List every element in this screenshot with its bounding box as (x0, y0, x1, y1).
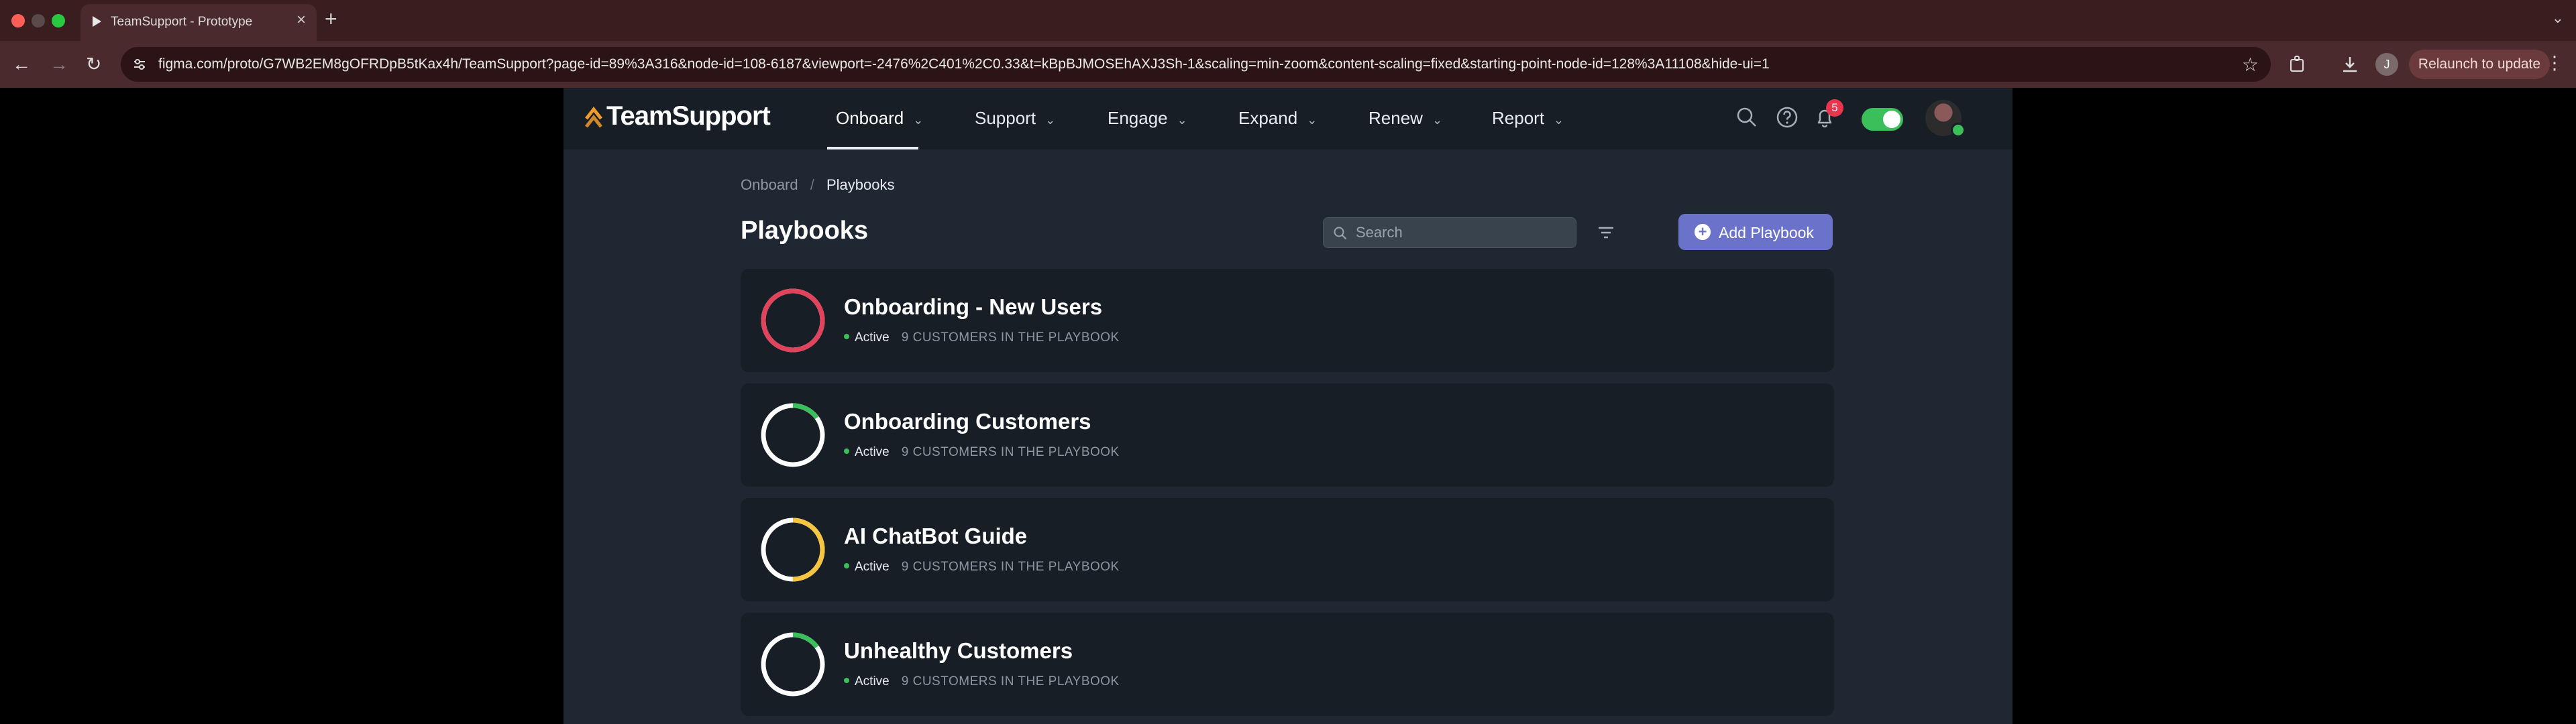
active-status-dot (844, 677, 849, 683)
chevron-down-icon: ⌄ (1554, 113, 1564, 127)
playbook-title[interactable]: AI ChatBot Guide (844, 524, 1027, 549)
breadcrumb-separator: / (810, 176, 814, 193)
playbook-progress-ring-icon (761, 518, 825, 582)
notification-badge: 5 (1826, 99, 1843, 117)
playbook-title[interactable]: Onboarding - New Users (844, 294, 1102, 320)
figma-play-icon (93, 16, 101, 27)
help-icon[interactable] (1775, 105, 1799, 129)
tab-search-chevron-icon[interactable]: ⌄ (2552, 9, 2564, 27)
playbook-meta: Active 9 CUSTOMERS IN THE PLAYBOOK (844, 330, 1120, 345)
chevron-down-icon: ⌄ (1432, 113, 1443, 127)
chevron-down-icon: ⌄ (913, 113, 924, 127)
search-box[interactable] (1323, 217, 1576, 248)
nav-label: Expand (1238, 108, 1298, 128)
relaunch-button[interactable]: Relaunch to update (2409, 50, 2550, 79)
playbook-meta: Active 9 CUSTOMERS IN THE PLAYBOOK (844, 674, 1120, 689)
playbook-customer-count: 9 CUSTOMERS IN THE PLAYBOOK (901, 445, 1120, 459)
plus-icon: + (1695, 224, 1711, 240)
back-arrow-icon[interactable]: ← (12, 54, 31, 74)
nav-label: Renew (1368, 108, 1423, 128)
active-status-dot (844, 333, 849, 339)
page-title: Playbooks (741, 217, 869, 245)
playbook-progress-ring-icon (761, 403, 825, 467)
status-toggle[interactable] (1862, 108, 1903, 131)
playbook-progress-ring-icon (761, 632, 825, 697)
playbook-card[interactable]: AI ChatBot Guide Active 9 CUSTOMERS IN TH… (741, 498, 1834, 601)
extensions-icon[interactable] (2288, 54, 2308, 74)
nav-label: Report (1492, 108, 1545, 128)
nav-label: Onboard (836, 108, 904, 128)
close-window-button[interactable] (11, 14, 25, 27)
nav-support[interactable]: Support ⌄ (975, 108, 1055, 129)
toggle-knob (1883, 111, 1900, 128)
playbook-status: Active (855, 674, 890, 688)
search-input[interactable] (1356, 218, 1570, 247)
playbook-card[interactable]: Onboarding - New Users Active 9 CUSTOMERS… (741, 269, 1834, 372)
site-settings-icon[interactable] (131, 56, 148, 72)
breadcrumb-current: Playbooks (826, 176, 895, 193)
bookmark-star-icon[interactable]: ☆ (2242, 54, 2259, 76)
breadcrumb: Onboard / Playbooks (741, 176, 895, 194)
playbook-status: Active (855, 330, 890, 345)
chevron-down-icon: ⌄ (1307, 113, 1318, 127)
new-tab-button[interactable]: + (325, 7, 337, 31)
nav-label: Support (975, 108, 1036, 128)
search-icon[interactable] (1735, 105, 1759, 129)
brand-name: TeamSupport (606, 101, 771, 131)
nav-onboard[interactable]: Onboard ⌄ (836, 108, 923, 129)
browser-toolbar: ← → ↻ figma.com/proto/G7WB2EM8gOFRDpB5tK… (0, 41, 2576, 88)
playbook-meta: Active 9 CUSTOMERS IN THE PLAYBOOK (844, 560, 1120, 575)
active-nav-indicator (827, 147, 918, 149)
address-bar[interactable]: figma.com/proto/G7WB2EM8gOFRDpB5tKax4h/T… (121, 47, 2271, 82)
browser-tab[interactable]: TeamSupport - Prototype × (80, 4, 317, 41)
playbook-card[interactable]: Onboarding Customers Active 9 CUSTOMERS I… (741, 383, 1834, 487)
nav-expand[interactable]: Expand ⌄ (1238, 108, 1317, 129)
playbook-status: Active (855, 560, 890, 574)
playbook-meta: Active 9 CUSTOMERS IN THE PLAYBOOK (844, 445, 1120, 460)
teamsupport-logo-icon (585, 106, 602, 128)
teamsupport-app: TeamSupport Onboard ⌄ Support ⌄ Engage ⌄ Ex… (564, 88, 2012, 724)
forward-arrow-icon[interactable]: → (50, 54, 68, 74)
browser-tab-bar: TeamSupport - Prototype × + ⌄ (0, 0, 2576, 41)
url-text[interactable]: figma.com/proto/G7WB2EM8gOFRDpB5tKax4h/T… (158, 56, 1770, 72)
nav-label: Engage (1108, 108, 1168, 128)
playbook-customer-count: 9 CUSTOMERS IN THE PLAYBOOK (901, 330, 1120, 345)
playbook-status: Active (855, 445, 890, 459)
minimize-window-button[interactable] (32, 14, 45, 27)
active-status-dot (844, 562, 849, 568)
search-icon (1334, 227, 1347, 240)
nav-engage[interactable]: Engage ⌄ (1108, 108, 1187, 129)
chevron-down-icon: ⌄ (1177, 113, 1187, 127)
playbook-title[interactable]: Unhealthy Customers (844, 638, 1073, 664)
playbook-customer-count: 9 CUSTOMERS IN THE PLAYBOOK (901, 674, 1120, 688)
add-playbook-label: Add Playbook (1719, 224, 1814, 241)
tab-close-icon[interactable]: × (297, 12, 306, 28)
top-navigation: TeamSupport Onboard ⌄ Support ⌄ Engage ⌄ Ex… (564, 88, 2012, 149)
browser-menu-icon[interactable]: ⋮ (2545, 53, 2564, 73)
playbook-customer-count: 9 CUSTOMERS IN THE PLAYBOOK (901, 560, 1120, 574)
playbook-card[interactable]: Unhealthy Customers Active 9 CUSTOMERS IN… (741, 613, 1834, 716)
download-icon[interactable] (2340, 54, 2360, 74)
profile-avatar[interactable]: J (2375, 53, 2398, 76)
progress-arc (761, 288, 825, 353)
add-playbook-button[interactable]: + Add Playbook (1678, 214, 1833, 250)
nav-report[interactable]: Report ⌄ (1492, 108, 1564, 129)
maximize-window-button[interactable] (52, 14, 65, 27)
active-status-dot (844, 448, 849, 454)
playbook-progress-ring-icon (761, 288, 825, 353)
online-status-dot (1951, 123, 1966, 137)
nav-renew[interactable]: Renew ⌄ (1368, 108, 1442, 129)
filter-icon[interactable] (1595, 222, 1617, 243)
reload-icon[interactable]: ↻ (86, 54, 101, 74)
tab-title: TeamSupport - Prototype (111, 15, 253, 29)
playbook-title[interactable]: Onboarding Customers (844, 409, 1091, 434)
breadcrumb-onboard-link[interactable]: Onboard (741, 176, 798, 193)
chevron-down-icon: ⌄ (1045, 113, 1056, 127)
